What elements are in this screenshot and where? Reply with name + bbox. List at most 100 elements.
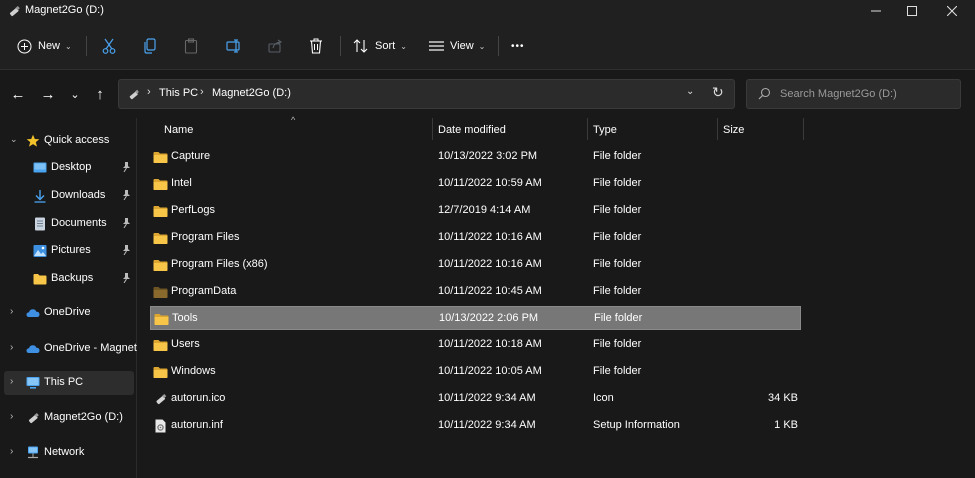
sidebar-item-label: Documents bbox=[51, 217, 107, 229]
file-row[interactable]: ProgramData 10/11/2022 10:45 AM File folde… bbox=[150, 280, 801, 304]
file-type: File folder bbox=[593, 176, 642, 189]
file-type: File folder bbox=[593, 257, 642, 270]
clipboard-icon bbox=[184, 38, 198, 54]
column-header-type[interactable]: Type bbox=[593, 118, 617, 142]
chevron-right-icon[interactable]: › bbox=[10, 342, 13, 353]
search-input[interactable] bbox=[780, 86, 955, 102]
sidebar-item-quick-access[interactable]: ⌄ Quick access bbox=[4, 129, 134, 153]
chevron-right-icon[interactable]: › bbox=[10, 306, 13, 317]
sidebar-item-onedrive[interactable]: › OneDrive bbox=[4, 301, 134, 325]
chevron-right-icon[interactable]: › bbox=[10, 376, 13, 387]
title-bar: Magnet2Go (D:) bbox=[0, 0, 975, 22]
forward-button[interactable]: → bbox=[37, 83, 59, 105]
file-date-modified: 10/11/2022 10:16 AM bbox=[438, 257, 542, 270]
delete-button[interactable] bbox=[309, 32, 323, 60]
sidebar-item-onedrive-magnet[interactable]: › OneDrive - Magnet bbox=[4, 337, 137, 361]
sidebar-item-label: Magnet2Go (D:) bbox=[44, 411, 123, 423]
file-date-modified: 10/11/2022 10:59 AM bbox=[438, 176, 542, 189]
file-row[interactable]: Users 10/11/2022 10:18 AM File folder bbox=[150, 333, 801, 357]
share-button[interactable] bbox=[268, 32, 283, 60]
file-size: 1 KB bbox=[774, 419, 798, 431]
close-button[interactable] bbox=[932, 0, 972, 22]
chevron-down-icon[interactable]: ⌄ bbox=[10, 134, 18, 145]
file-row[interactable]: Capture 10/13/2022 3:02 PM File folder bbox=[150, 145, 801, 169]
breadcrumb-drive[interactable]: Magnet2Go (D:) bbox=[212, 87, 291, 99]
cut-button[interactable] bbox=[102, 32, 116, 60]
file-row[interactable]: PerfLogs 12/7/2019 4:14 AM File folder bbox=[150, 199, 801, 223]
search-icon bbox=[758, 87, 771, 100]
file-row[interactable]: autorun.ico 10/11/2022 9:34 AM Icon 34 KB bbox=[150, 387, 801, 411]
file-row[interactable]: Program Files (x86) 10/11/2022 10:16 AM Fi… bbox=[150, 253, 801, 277]
maximize-button[interactable] bbox=[892, 0, 932, 22]
column-label: Date modified bbox=[438, 124, 506, 136]
sidebar-item-network[interactable]: › Network bbox=[4, 441, 134, 465]
column-divider[interactable] bbox=[432, 118, 433, 140]
minimize-button[interactable] bbox=[856, 0, 896, 22]
file-row[interactable]: Intel 10/11/2022 10:59 AM File folder bbox=[150, 172, 801, 196]
up-button[interactable]: ↑ bbox=[89, 83, 111, 105]
address-dropdown-icon[interactable]: ⌄ bbox=[686, 86, 694, 97]
sidebar-item-downloads[interactable]: Downloads bbox=[4, 184, 134, 208]
folder-icon bbox=[153, 232, 168, 244]
file-row[interactable]: Windows 10/11/2022 10:05 AM File folder bbox=[150, 360, 801, 384]
search-box[interactable] bbox=[746, 79, 961, 109]
refresh-icon[interactable]: ↻ bbox=[712, 84, 724, 101]
file-name: Capture bbox=[171, 150, 211, 162]
sidebar-item-label: Backups bbox=[51, 272, 94, 284]
scissors-icon bbox=[102, 38, 116, 54]
file-type: File folder bbox=[593, 203, 642, 216]
file-type: File folder bbox=[593, 150, 642, 162]
chevron-right-icon[interactable]: › bbox=[10, 446, 13, 457]
address-bar[interactable]: › This PC › Magnet2Go (D:) ⌄ ↻ bbox=[118, 79, 735, 109]
pin-icon bbox=[122, 162, 131, 175]
sidebar-item-label: Desktop bbox=[51, 161, 92, 173]
cloud-icon bbox=[26, 345, 40, 353]
pin-icon bbox=[122, 273, 131, 286]
file-type: File folder bbox=[594, 312, 643, 325]
chevron-right-icon[interactable]: › bbox=[10, 411, 13, 422]
folder-icon bbox=[153, 178, 168, 190]
rename-button[interactable] bbox=[226, 32, 242, 60]
file-row[interactable]: Tools 10/13/2022 2:06 PM File folder bbox=[150, 306, 801, 331]
file-name: autorun.inf bbox=[171, 419, 223, 431]
sidebar-item-backups[interactable]: Backups bbox=[4, 267, 134, 291]
paste-button[interactable] bbox=[184, 32, 198, 60]
usb-drive-icon bbox=[156, 394, 167, 405]
more-options-button[interactable]: ••• bbox=[511, 32, 525, 60]
pin-icon bbox=[123, 273, 130, 284]
copy-button[interactable] bbox=[143, 32, 157, 60]
recent-locations-button[interactable]: ⌄ bbox=[64, 83, 86, 105]
sidebar-item-this-pc[interactable]: › This PC bbox=[4, 371, 134, 395]
column-divider[interactable] bbox=[587, 118, 588, 140]
sidebar-item-magnet2go-drive[interactable]: › Magnet2Go (D:) bbox=[4, 406, 134, 430]
column-header-size[interactable]: Size bbox=[723, 118, 744, 142]
sidebar-item-pictures[interactable]: Pictures bbox=[4, 239, 134, 263]
pin-icon bbox=[122, 190, 131, 203]
file-row[interactable]: autorun.inf 10/11/2022 9:34 AM Setup Infor… bbox=[150, 414, 801, 438]
column-header-name[interactable]: Name bbox=[164, 118, 193, 142]
usb-drive-icon bbox=[9, 5, 20, 17]
new-button[interactable]: New ⌄ bbox=[17, 32, 72, 60]
share-icon bbox=[268, 39, 282, 53]
maximize-icon bbox=[907, 6, 917, 16]
sort-label: Sort bbox=[375, 40, 396, 52]
column-header-date-modified[interactable]: Date modified bbox=[438, 118, 506, 142]
file-type: File folder bbox=[593, 338, 642, 351]
sort-ascending-icon: ^ bbox=[291, 115, 296, 125]
view-button[interactable]: View ⌄ bbox=[429, 32, 485, 60]
sidebar-item-documents[interactable]: Documents bbox=[4, 212, 134, 236]
column-divider[interactable] bbox=[803, 118, 804, 140]
back-button[interactable]: ← bbox=[7, 83, 29, 105]
file-type: File folder bbox=[593, 365, 642, 378]
breadcrumb-this-pc[interactable]: This PC bbox=[159, 87, 198, 99]
column-divider[interactable] bbox=[717, 118, 718, 140]
file-name: Tools bbox=[172, 312, 198, 325]
network-icon bbox=[28, 446, 38, 459]
sidebar-item-label: Network bbox=[44, 446, 85, 458]
pin-icon bbox=[123, 218, 130, 229]
sort-button[interactable]: Sort ⌄ bbox=[353, 32, 407, 60]
sidebar-item-desktop[interactable]: Desktop bbox=[4, 156, 134, 180]
navigation-pane: ⌄ Quick access Desktop Downloads Documen… bbox=[0, 118, 137, 478]
file-date-modified: 10/11/2022 10:45 AM bbox=[438, 284, 542, 297]
file-row[interactable]: Program Files 10/11/2022 10:16 AM File fol… bbox=[150, 226, 801, 250]
